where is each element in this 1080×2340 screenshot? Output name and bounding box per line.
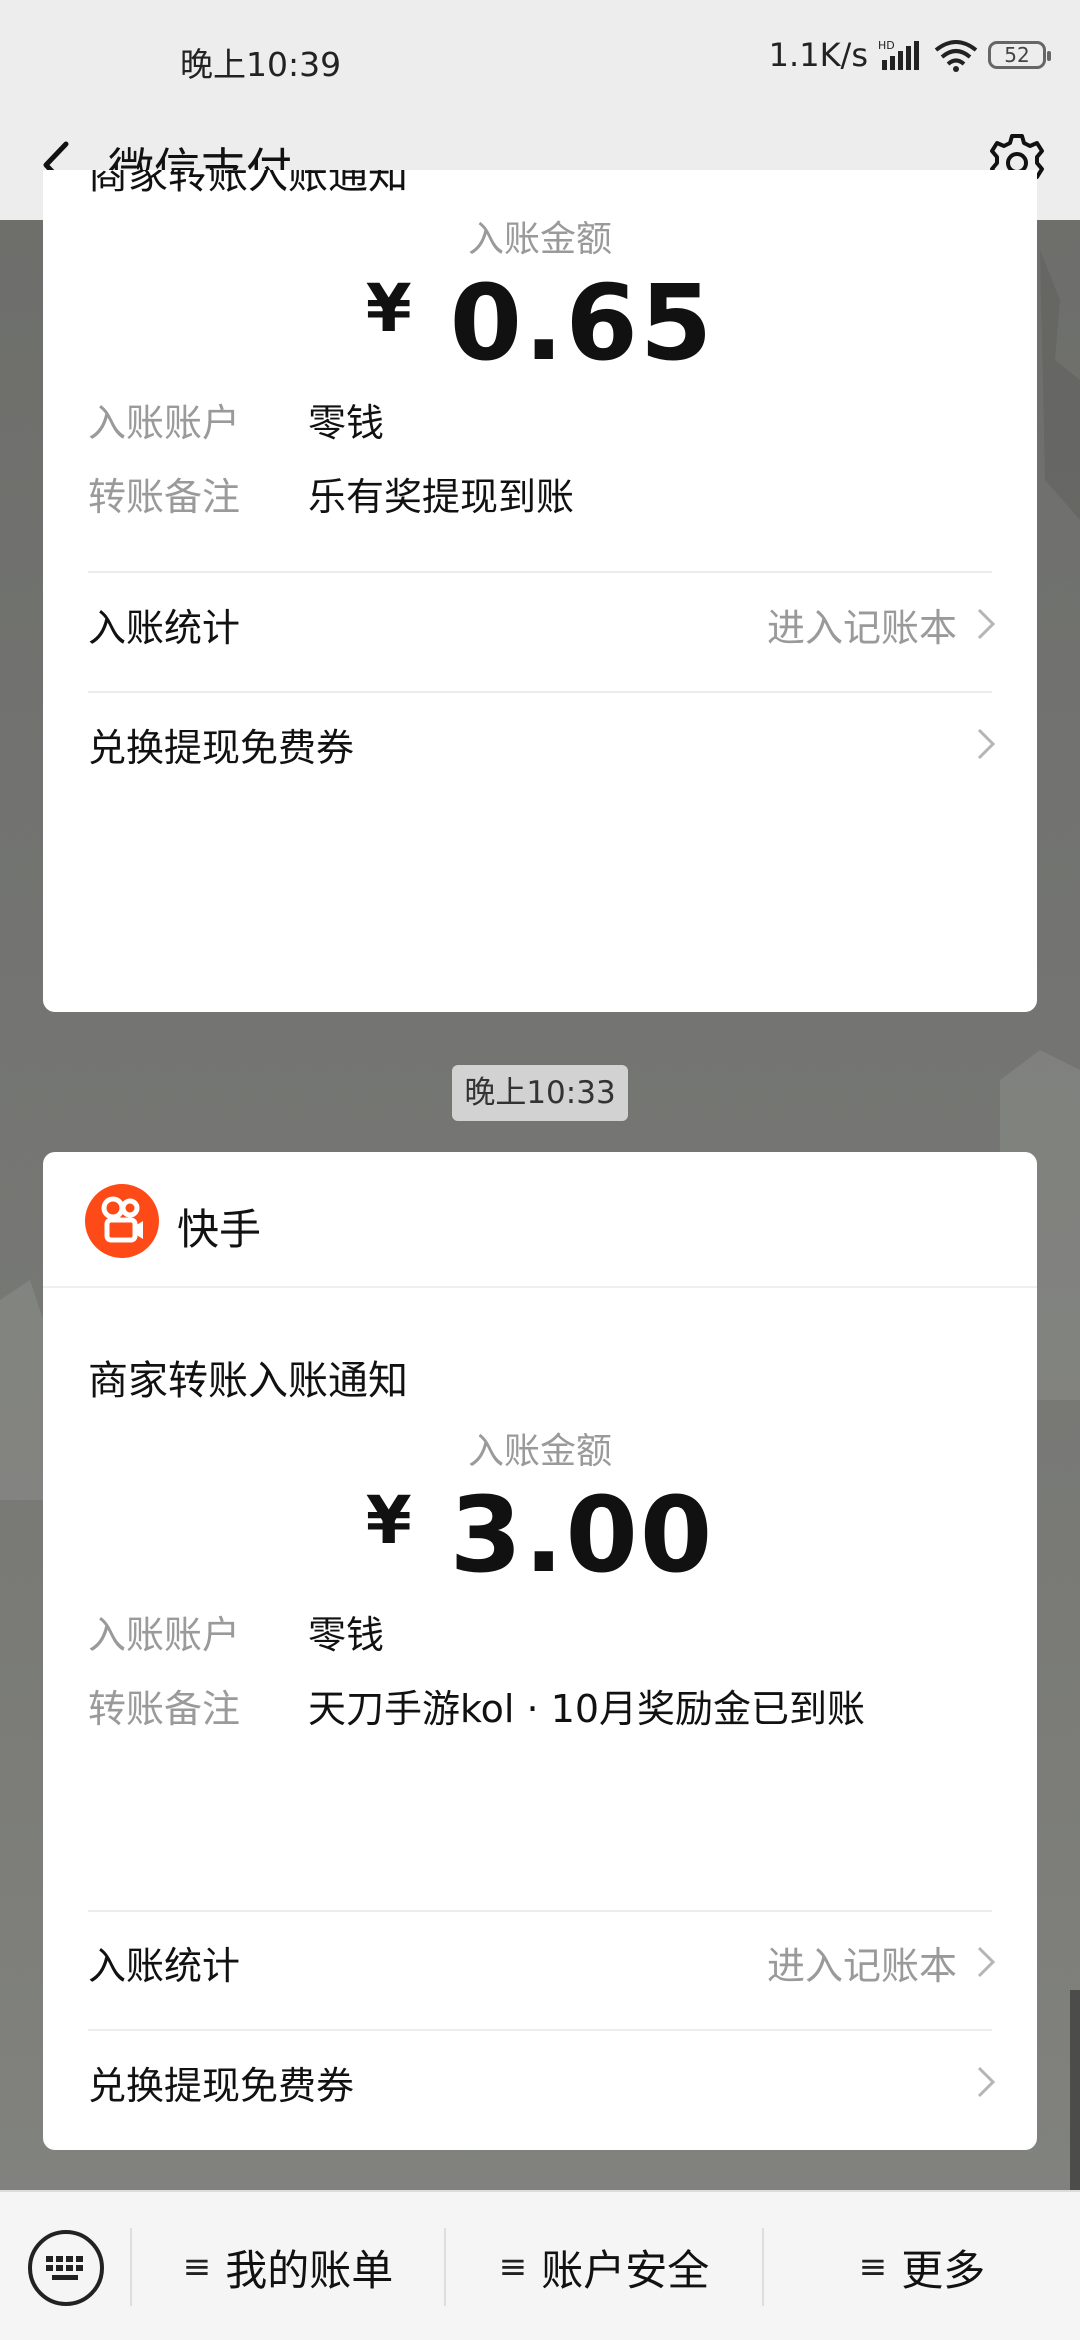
- menu-lines-icon: ≡: [182, 2247, 212, 2287]
- stats-row[interactable]: 入账统计 进入记账本: [88, 576, 997, 672]
- chevron-right-icon: [977, 2066, 996, 2098]
- account-label: 入账账户: [88, 1613, 241, 1657]
- amount-display: ¥3.00: [43, 1474, 1037, 1596]
- stats-label: 入账统计: [88, 1943, 241, 1988]
- coupon-label: 兑换提现免费券: [88, 725, 355, 770]
- merchant-header[interactable]: 快手: [43, 1152, 1037, 1288]
- kuaishou-logo-icon: [85, 1184, 159, 1258]
- remark-row: 转账备注 天刀手游kol · 10月奖励金已到账: [88, 1678, 865, 1733]
- account-value: 零钱: [308, 1613, 385, 1657]
- coupon-row[interactable]: 兑换提现免费券: [88, 2034, 997, 2130]
- currency-symbol: ¥: [365, 270, 412, 347]
- stats-row[interactable]: 入账统计 进入记账本: [88, 1914, 997, 2010]
- menu-more-label: 更多: [901, 2245, 986, 2295]
- card-title: 商家转账入账通知: [88, 170, 408, 198]
- transfer-notice-card: 快手 商家转账入账通知 入账金额 ¥3.00 入账账户 零钱 转账备注 天刀手游ko…: [43, 1152, 1037, 2150]
- keyboard-icon: [46, 2256, 83, 2280]
- ledger-link-label: 进入记账本: [766, 605, 957, 650]
- remark-value: 乐有奖提现到账: [308, 475, 575, 519]
- menu-account-security-label: 账户安全: [541, 2245, 710, 2295]
- account-label: 入账账户: [88, 401, 241, 445]
- transfer-notice-card: 商家转账入账通知 入账金额 ¥0.65 入账账户 零钱 转账备注 乐有奖提现到账 入…: [43, 170, 1037, 1012]
- remark-label: 转账备注: [88, 475, 241, 519]
- amount-display: ¥0.65: [43, 262, 1037, 384]
- card-title: 商家转账入账通知: [88, 1358, 408, 1404]
- remark-label: 转账备注: [88, 1687, 241, 1731]
- coupon-row[interactable]: 兑换提现免费券: [88, 696, 997, 792]
- amount-label: 入账金额: [467, 219, 612, 260]
- keyboard-toggle-button[interactable]: [28, 2230, 104, 2306]
- chevron-right-icon: [977, 1946, 996, 1978]
- wifi-icon: [934, 40, 978, 72]
- account-row: 入账账户 零钱: [88, 392, 384, 447]
- network-speed: 1.1K/s: [768, 36, 868, 74]
- amount-value: 3.00: [449, 1474, 715, 1596]
- divider: [88, 1910, 992, 1912]
- menu-lines-icon: ≡: [498, 2247, 528, 2287]
- menu-account-security[interactable]: ≡ 账户安全: [446, 2192, 762, 2340]
- merchant-name: 快手: [177, 1205, 262, 1254]
- message-timestamp: 晚上10:33: [452, 1065, 628, 1121]
- divider: [88, 2029, 992, 2031]
- chevron-right-icon: [977, 728, 996, 760]
- amount-value: 0.65: [449, 262, 715, 384]
- chevron-right-icon: [977, 608, 996, 640]
- battery-icon: 52: [988, 41, 1051, 69]
- ledger-link-label: 进入记账本: [766, 1943, 957, 1988]
- amount-label: 入账金额: [467, 1431, 612, 1472]
- menu-my-bills[interactable]: ≡ 我的账单: [132, 2192, 444, 2340]
- account-value: 零钱: [308, 401, 385, 445]
- divider: [88, 571, 992, 573]
- menu-my-bills-label: 我的账单: [225, 2245, 394, 2295]
- status-indicators: 1.1K/s HD 52: [768, 36, 1051, 74]
- coupon-label: 兑换提现免费券: [88, 2063, 355, 2108]
- status-time: 晚上10:39: [180, 45, 342, 84]
- menu-more[interactable]: ≡ 更多: [764, 2192, 1080, 2340]
- battery-level: 52: [1004, 43, 1030, 67]
- svg-text:HD: HD: [878, 39, 895, 52]
- signal-icon: HD: [878, 39, 919, 70]
- currency-symbol: ¥: [365, 1482, 412, 1559]
- account-row: 入账账户 零钱: [88, 1604, 384, 1659]
- remark-row: 转账备注 乐有奖提现到账: [88, 466, 574, 521]
- status-bar: 晚上10:39 1.1K/s HD 52: [0, 0, 1080, 110]
- menu-lines-icon: ≡: [858, 2247, 888, 2287]
- ledger-link[interactable]: 进入记账本: [767, 597, 997, 652]
- stats-label: 入账统计: [88, 605, 241, 650]
- ledger-link[interactable]: 进入记账本: [767, 1935, 997, 1990]
- bottom-menu-bar: ≡ 我的账单 ≡ 账户安全 ≡ 更多: [0, 2190, 1080, 2340]
- remark-value: 天刀手游kol · 10月奖励金已到账: [308, 1687, 866, 1731]
- divider: [88, 691, 992, 693]
